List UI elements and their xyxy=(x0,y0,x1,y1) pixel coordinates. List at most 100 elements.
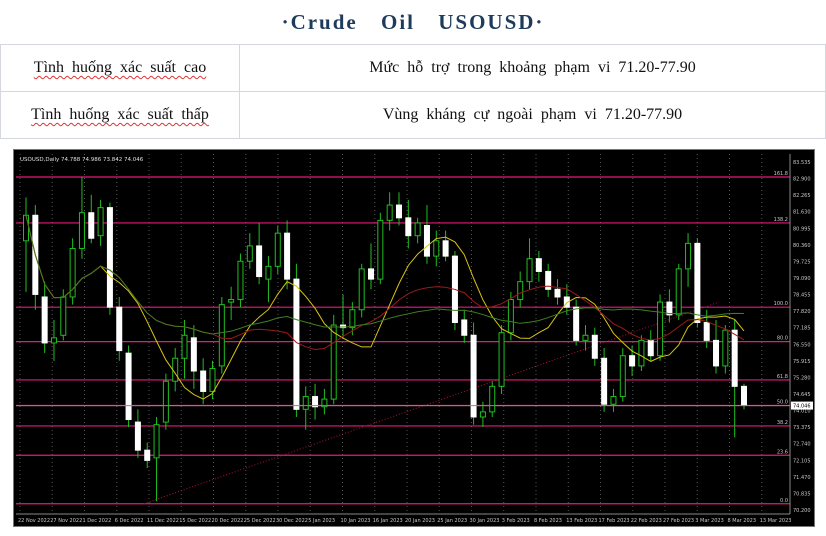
candle-body xyxy=(97,207,104,237)
low-probability-value: Vùng kháng cự ngoài phạm vi 71.20-77.90 xyxy=(239,91,826,139)
candle-body xyxy=(591,334,598,359)
candle-body xyxy=(368,268,375,280)
candle-body xyxy=(619,355,626,398)
candle-body xyxy=(284,232,291,280)
x-tick-label: 16 Jan 2023 xyxy=(373,518,403,524)
candle-body xyxy=(498,332,505,387)
x-tick-label: 27 Nov 2022 xyxy=(50,518,82,524)
candle-body xyxy=(377,219,384,280)
y-tick-label: 80.995 xyxy=(793,226,811,232)
y-tick-label: 71.470 xyxy=(793,475,811,481)
candle-body xyxy=(423,224,430,257)
candle-body xyxy=(162,380,169,423)
x-tick-label: 10 Jan 2023 xyxy=(341,518,371,524)
page-title-bar: ·Crude Oil USOUSD· xyxy=(0,0,826,45)
candle-body xyxy=(50,337,57,344)
y-tick-label: 80.360 xyxy=(793,243,811,249)
fib-level-label: 23.6 xyxy=(777,449,788,455)
candle-body xyxy=(489,385,496,413)
fib-level-label: 80.0 xyxy=(777,336,788,342)
candle-body xyxy=(60,296,67,336)
x-tick-label: 30 Jan 2023 xyxy=(470,518,500,524)
y-tick-label: 70.200 xyxy=(793,508,811,514)
candle-body xyxy=(200,370,207,392)
candle-body xyxy=(741,385,747,406)
candle-body xyxy=(433,240,440,257)
scenario-table: Tình huống xác suất cao Mức hỗ trợ trong… xyxy=(0,44,826,139)
y-tick-label: 82.265 xyxy=(793,193,811,199)
candle-body xyxy=(237,260,244,301)
table-row: Tình huống xác suất cao Mức hỗ trợ trong… xyxy=(0,44,826,92)
candle-body xyxy=(256,245,263,278)
candle-body xyxy=(461,319,468,336)
x-tick-label: 5 Jan 2023 xyxy=(308,518,335,524)
y-tick-label: 73.375 xyxy=(793,425,811,431)
row-label: Tình huống xác suất cao xyxy=(33,59,207,76)
candle-body xyxy=(657,301,664,357)
candle-body xyxy=(573,306,580,341)
candle-body xyxy=(330,324,337,400)
current-price-label: 74.046 xyxy=(793,404,811,410)
y-tick-label: 82.900 xyxy=(793,177,811,183)
y-tick-label: 70.835 xyxy=(793,491,811,497)
candle-body xyxy=(703,322,710,341)
x-tick-label: 30 Dec 2022 xyxy=(276,518,308,524)
candle-body xyxy=(302,396,309,410)
y-tick-label: 72.740 xyxy=(793,442,811,448)
candle-body xyxy=(172,357,179,382)
symbol-header: USOUSD,Daily 74.788 74.986 73.842 74.046 xyxy=(20,157,144,163)
candle-body xyxy=(517,281,524,301)
table-row: Tình huống xác suất thấp Vùng kháng cự n… xyxy=(0,91,826,139)
x-tick-label: 1 Dec 2022 xyxy=(83,518,112,524)
fib-level-label: 61.8 xyxy=(777,374,788,380)
x-tick-label: 3 Feb 2023 xyxy=(502,518,530,524)
candle-body xyxy=(106,207,113,308)
y-tick-label: 77.820 xyxy=(793,309,811,315)
x-tick-label: 8 Feb 2023 xyxy=(534,518,562,524)
candle-body xyxy=(582,334,589,341)
candle-body xyxy=(629,355,636,367)
candle-body xyxy=(442,240,449,257)
candle-body xyxy=(88,212,95,239)
low-probability-label: Tình huống xác suất thấp xyxy=(0,91,240,139)
x-tick-label: 22 Nov 2022 xyxy=(18,518,50,524)
x-tick-label: 22 Feb 2023 xyxy=(631,518,662,524)
candle-body xyxy=(685,242,692,270)
high-probability-label: Tình huống xác suất cao xyxy=(0,44,240,92)
y-tick-label: 76.550 xyxy=(793,342,811,348)
price-chart[interactable]: 161.8 138.2 100.0 80.0 61.8 50.0 38.2 23.6 0.0 83… xyxy=(13,149,815,527)
candle-body xyxy=(647,339,654,357)
candle-body xyxy=(125,352,132,421)
candle-body xyxy=(405,217,412,237)
fib-level-label: 0.0 xyxy=(780,498,788,504)
candle-body xyxy=(554,288,561,298)
y-tick-label: 72.105 xyxy=(793,458,811,464)
candle-body xyxy=(190,337,197,372)
row-value: Mức hỗ trợ trong khoảng phạm vi 71.20-77… xyxy=(369,59,696,76)
candle-body xyxy=(395,204,402,219)
x-tick-label: 20 Jan 2023 xyxy=(405,518,435,524)
candle-body xyxy=(218,304,225,367)
x-tick-label: 13 Feb 2023 xyxy=(566,518,597,524)
candle-body xyxy=(675,268,682,316)
candle-body xyxy=(349,309,356,329)
fib-level-label: 161.8 xyxy=(774,171,788,177)
x-tick-label: 6 Dec 2022 xyxy=(115,518,144,524)
candle-body xyxy=(181,334,188,359)
x-tick-label: 13 Mar 2023 xyxy=(760,518,792,524)
fib-level-label: 50.0 xyxy=(777,399,788,405)
row-value: Vùng kháng cự ngoài phạm vi 71.20-77.90 xyxy=(382,106,683,123)
candle-body xyxy=(722,329,729,367)
candle-body xyxy=(209,367,216,392)
y-tick-label: 83.535 xyxy=(793,160,811,166)
candle-body xyxy=(694,242,701,324)
candle-body xyxy=(731,329,738,387)
candle-body xyxy=(713,339,720,367)
candle-body xyxy=(41,296,48,344)
x-tick-label: 20 Dec 2022 xyxy=(212,518,244,524)
candle-body xyxy=(601,357,608,405)
candle-body xyxy=(246,245,253,262)
candle-body xyxy=(414,222,421,237)
chart-svg[interactable]: 161.8 138.2 100.0 80.0 61.8 50.0 38.2 23.6 0.0 83… xyxy=(14,150,814,526)
x-tick-label: 3 Mar 2023 xyxy=(695,518,724,524)
